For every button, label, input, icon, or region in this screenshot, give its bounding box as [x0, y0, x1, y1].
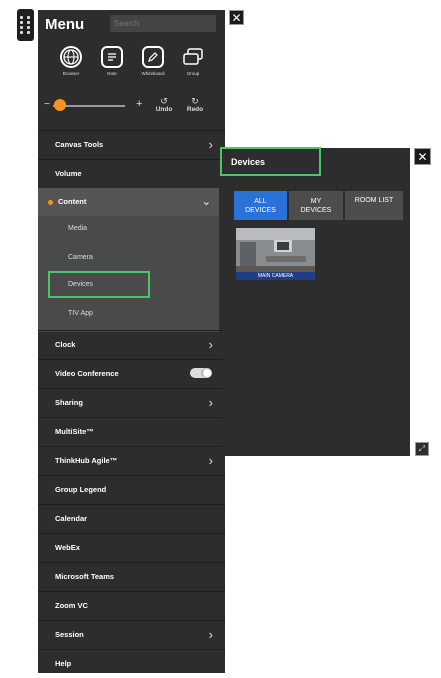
- chevron-right-icon: ›: [208, 453, 213, 468]
- menu-item-label: WebEx: [55, 543, 80, 552]
- whiteboard-tool-button[interactable]: Whiteboard: [136, 46, 170, 76]
- tab-my-devices[interactable]: MY DEVICES: [289, 191, 343, 220]
- menu-panel: Menu Browser Note Whiteboard Group − + ↺…: [38, 10, 225, 673]
- tab-room-list[interactable]: ROOM LIST: [345, 191, 403, 220]
- menu-item-multisite[interactable]: MultiSite™: [38, 417, 225, 445]
- undo-label: Undo: [155, 106, 173, 113]
- chevron-down-icon: ⌄: [201, 196, 211, 208]
- menu-item-thinkhub-agile[interactable]: ThinkHub Agile™ ›: [38, 446, 225, 474]
- undo-button[interactable]: ↺ Undo: [152, 96, 176, 113]
- menu-item-label: Video Conference: [55, 369, 119, 378]
- tab-all-devices[interactable]: ALL DEVICES: [234, 191, 287, 220]
- note-icon: [101, 46, 123, 68]
- submenu-item-devices[interactable]: Devices: [68, 275, 93, 295]
- resize-icon[interactable]: ⤢: [415, 442, 429, 456]
- drag-handle[interactable]: [17, 9, 34, 41]
- menu-item-volume[interactable]: Volume: [38, 159, 225, 187]
- menu-item-label: Volume: [55, 169, 82, 178]
- chevron-right-icon: ›: [208, 627, 213, 642]
- menu-item-label: Help: [55, 659, 72, 668]
- chevron-right-icon: ›: [208, 395, 213, 410]
- tab-label-line: DEVICES: [300, 206, 332, 214]
- browser-tool-button[interactable]: Browser: [54, 46, 88, 76]
- devices-close-button[interactable]: ✕: [414, 148, 431, 165]
- group-tool-label: Group: [186, 71, 200, 76]
- menu-item-label: Canvas Tools: [55, 140, 104, 149]
- menu-item-label: Group Legend: [55, 485, 107, 494]
- menu-item-label: Zoom VC: [55, 601, 88, 610]
- menu-item-label: ThinkHub Agile™: [55, 456, 118, 465]
- devices-panel: Devices ALL DEVICES MY DEVICES ROOM LIST…: [220, 147, 410, 456]
- menu-item-canvas-tools[interactable]: Canvas Tools ›: [38, 130, 225, 158]
- submenu-item-tiv-app[interactable]: TIV App: [68, 304, 93, 324]
- redo-label: Redo: [186, 106, 204, 113]
- redo-icon: ↻: [191, 96, 199, 106]
- menu-item-label: Session: [55, 630, 84, 639]
- menu-item-group-legend[interactable]: Group Legend: [38, 475, 225, 503]
- menu-title: Menu: [45, 16, 85, 33]
- menu-item-label: Sharing: [55, 398, 83, 407]
- menu-item-video-conference[interactable]: Video Conference: [38, 359, 225, 387]
- menu-item-microsoft-teams[interactable]: Microsoft Teams: [38, 562, 225, 590]
- active-dot-icon: [48, 200, 53, 205]
- menu-item-session[interactable]: Session ›: [38, 620, 225, 648]
- menu-item-content[interactable]: Content ⌄: [38, 188, 219, 216]
- menu-search-input[interactable]: [110, 15, 216, 32]
- tab-label-line: DEVICES: [245, 206, 276, 214]
- browser-tool-label: Browser: [62, 71, 80, 76]
- volume-plus-icon[interactable]: +: [136, 98, 142, 110]
- menu-item-label: MultiSite™: [55, 427, 94, 436]
- menu-item-sharing[interactable]: Sharing ›: [38, 388, 225, 416]
- note-tool-label: Note: [107, 71, 117, 76]
- menu-close-button[interactable]: ✕: [229, 10, 244, 25]
- main-camera-caption: MAIN CAMERA: [236, 272, 315, 280]
- menu-item-label: Content: [58, 197, 87, 206]
- submenu-item-media[interactable]: Media: [68, 219, 87, 239]
- devices-highlight-box: [48, 271, 150, 298]
- chevron-right-icon: ›: [208, 137, 213, 152]
- volume-slider-knob[interactable]: [54, 99, 67, 111]
- menu-item-zoom-vc[interactable]: Zoom VC: [38, 591, 225, 619]
- volume-minus-icon[interactable]: −: [44, 99, 50, 110]
- submenu-item-camera[interactable]: Camera: [68, 248, 93, 268]
- menu-item-webex[interactable]: WebEx: [38, 533, 225, 561]
- undo-icon: ↺: [160, 96, 168, 106]
- globe-icon: [60, 46, 82, 68]
- video-conference-toggle[interactable]: [190, 368, 212, 378]
- whiteboard-tool-label: Whiteboard: [141, 71, 165, 76]
- menu-item-label: Microsoft Teams: [55, 572, 115, 581]
- menu-item-label: Calendar: [55, 514, 88, 523]
- group-tool-button[interactable]: Group: [176, 46, 210, 76]
- menu-item-calendar[interactable]: Calendar: [38, 504, 225, 532]
- menu-item-clock[interactable]: Clock ›: [38, 330, 225, 358]
- group-icon: [182, 46, 204, 68]
- chevron-right-icon: ›: [208, 337, 213, 352]
- tab-label-line: ALL: [254, 197, 267, 205]
- tab-label-line: MY: [310, 197, 322, 205]
- whiteboard-icon: [142, 46, 164, 68]
- devices-panel-title: Devices: [231, 157, 266, 167]
- tab-label-line: ROOM LIST: [354, 197, 394, 204]
- note-tool-button[interactable]: Note: [95, 46, 129, 76]
- menu-item-label: Clock: [55, 340, 76, 349]
- redo-button[interactable]: ↻ Redo: [183, 96, 207, 113]
